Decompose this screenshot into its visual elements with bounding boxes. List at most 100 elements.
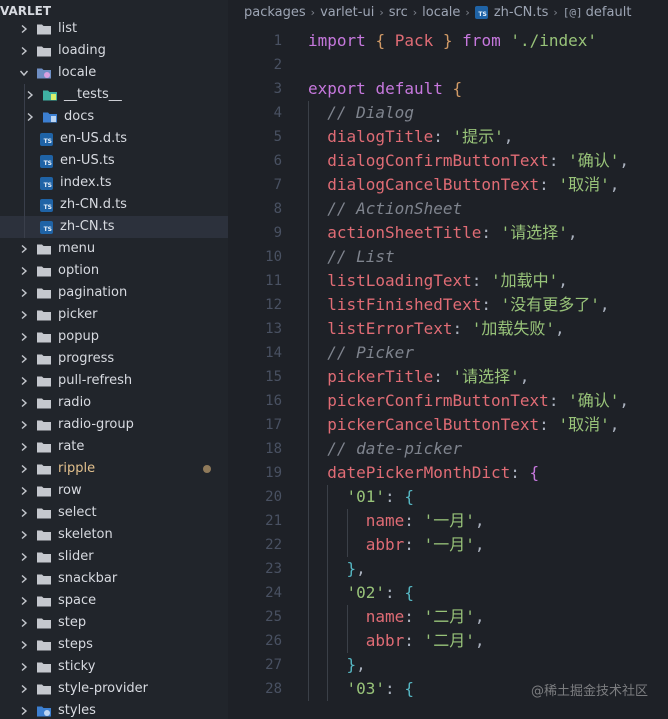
folder-icon	[36, 22, 52, 36]
code-line[interactable]: 11 listLoadingText: '加载中',	[228, 269, 668, 293]
code-line[interactable]: 14 // Picker	[228, 341, 668, 365]
folder-item-space[interactable]: space	[0, 590, 228, 612]
code-line[interactable]: 4 // Dialog	[228, 101, 668, 125]
chevron-right-icon[interactable]	[18, 705, 30, 717]
chevron-right-icon[interactable]	[18, 375, 30, 387]
folder-item-menu[interactable]: menu	[0, 238, 228, 260]
breadcrumb-file[interactable]: zh-CN.ts	[494, 5, 549, 20]
code-token: listFinishedText	[327, 295, 482, 314]
chevron-right-icon[interactable]	[18, 287, 30, 299]
folder-item-loading[interactable]: loading	[0, 40, 228, 62]
code-line[interactable]: 20 '01': {	[228, 485, 668, 509]
folder-item-sticky[interactable]: sticky	[0, 656, 228, 678]
file-item-en-US-ts[interactable]: TS en-US.ts	[0, 150, 228, 172]
chevron-right-icon[interactable]	[18, 243, 30, 255]
code-line[interactable]: 1 import { Pack } from './index'	[228, 29, 668, 53]
folder-item-row[interactable]: row	[0, 480, 228, 502]
breadcrumb-symbol[interactable]: default	[586, 5, 632, 20]
chevron-right-icon[interactable]	[18, 265, 30, 277]
chevron-right-icon[interactable]	[18, 331, 30, 343]
code-line[interactable]: 2	[228, 53, 668, 77]
folder-item-picker[interactable]: picker	[0, 304, 228, 326]
chevron-right-icon[interactable]	[18, 309, 30, 321]
folder-item-slider[interactable]: slider	[0, 546, 228, 568]
breadcrumb-segment[interactable]: varlet-ui	[320, 5, 374, 20]
code-line[interactable]: 7 dialogCancelButtonText: '取消',	[228, 173, 668, 197]
chevron-right-icon[interactable]	[24, 89, 36, 101]
breadcrumb-separator-icon: ›	[412, 5, 418, 19]
folder-item-popup[interactable]: popup	[0, 326, 228, 348]
folder-item-progress[interactable]: progress	[0, 348, 228, 370]
folder-item-style-provider[interactable]: style-provider	[0, 678, 228, 700]
code-content: },	[347, 653, 366, 677]
code-line[interactable]: 3 export default {	[228, 77, 668, 101]
chevron-right-icon[interactable]	[18, 661, 30, 673]
folder-item-pagination[interactable]: pagination	[0, 282, 228, 304]
code-line[interactable]: 17 pickerCancelButtonText: '取消',	[228, 413, 668, 437]
chevron-right-icon[interactable]	[18, 551, 30, 563]
code-content: // Dialog	[327, 101, 414, 125]
code-line[interactable]: 12 listFinishedText: '没有更多了',	[228, 293, 668, 317]
code-line[interactable]: 23},	[228, 557, 668, 581]
folder-item-tests[interactable]: __tests__	[0, 84, 228, 106]
chevron-right-icon[interactable]	[18, 529, 30, 541]
folder-item-steps[interactable]: steps	[0, 634, 228, 656]
folder-item-radio[interactable]: radio	[0, 392, 228, 414]
chevron-right-icon[interactable]	[18, 23, 30, 35]
code-line[interactable]: 26 abbr: '二月',	[228, 629, 668, 653]
file-item-zh-CN-d-ts[interactable]: TS zh-CN.d.ts	[0, 194, 228, 216]
code-line[interactable]: 21 name: '一月',	[228, 509, 668, 533]
chevron-right-icon[interactable]	[18, 683, 30, 695]
folder-item-list[interactable]: list	[0, 18, 228, 40]
code-line[interactable]: 6 dialogConfirmButtonText: '确认',	[228, 149, 668, 173]
code-line[interactable]: 27},	[228, 653, 668, 677]
breadcrumb-segment[interactable]: packages	[244, 5, 306, 20]
code-line[interactable]: 5 dialogTitle: '提示',	[228, 125, 668, 149]
code-line[interactable]: 24 '02': {	[228, 581, 668, 605]
code-line[interactable]: 22 abbr: '一月',	[228, 533, 668, 557]
folder-item-ripple[interactable]: ripple	[0, 458, 228, 480]
folder-item-skeleton[interactable]: skeleton	[0, 524, 228, 546]
code-line[interactable]: 16 pickerConfirmButtonText: '确认',	[228, 389, 668, 413]
chevron-right-icon[interactable]	[18, 595, 30, 607]
chevron-right-icon[interactable]	[18, 353, 30, 365]
breadcrumb-segment[interactable]: src	[389, 5, 408, 20]
indent-guide	[308, 389, 309, 413]
line-number: 7	[273, 177, 282, 193]
chevron-right-icon[interactable]	[18, 45, 30, 57]
chevron-right-icon[interactable]	[18, 573, 30, 585]
breadcrumb-segment[interactable]: locale	[422, 5, 460, 20]
file-item-index-ts[interactable]: TS index.ts	[0, 172, 228, 194]
folder-item-locale[interactable]: locale	[0, 62, 228, 84]
chevron-right-icon[interactable]	[18, 419, 30, 431]
code-line[interactable]: 15 pickerTitle: '请选择',	[228, 365, 668, 389]
file-item-en-US-d-ts[interactable]: TS en-US.d.ts	[0, 128, 228, 150]
chevron-right-icon[interactable]	[18, 639, 30, 651]
chevron-down-icon[interactable]	[18, 67, 30, 79]
code-editor[interactable]: 1 import { Pack } from './index' 2 3 export …	[228, 24, 668, 719]
chevron-right-icon[interactable]	[18, 507, 30, 519]
code-line[interactable]: 19 datePickerMonthDict: {	[228, 461, 668, 485]
chevron-right-icon[interactable]	[18, 441, 30, 453]
code-line[interactable]: 13 listErrorText: '加载失败',	[228, 317, 668, 341]
chevron-right-icon[interactable]	[18, 617, 30, 629]
code-line[interactable]: 25 name: '二月',	[228, 605, 668, 629]
folder-item-rate[interactable]: rate	[0, 436, 228, 458]
code-line[interactable]: 8 // ActionSheet	[228, 197, 668, 221]
file-item-zh-CN-ts[interactable]: TS zh-CN.ts	[0, 216, 228, 238]
chevron-right-icon[interactable]	[18, 463, 30, 475]
chevron-right-icon[interactable]	[18, 485, 30, 497]
folder-item-pull-refresh[interactable]: pull-refresh	[0, 370, 228, 392]
code-line[interactable]: 18 // date-picker	[228, 437, 668, 461]
folder-item-radio-group[interactable]: radio-group	[0, 414, 228, 436]
chevron-right-icon[interactable]	[24, 111, 36, 123]
folder-item-select[interactable]: select	[0, 502, 228, 524]
code-line[interactable]: 10 // List	[228, 245, 668, 269]
folder-item-option[interactable]: option	[0, 260, 228, 282]
folder-item-step[interactable]: step	[0, 612, 228, 634]
folder-item-snackbar[interactable]: snackbar	[0, 568, 228, 590]
folder-item-docs[interactable]: docs	[0, 106, 228, 128]
chevron-right-icon[interactable]	[18, 397, 30, 409]
folder-item-styles[interactable]: styles	[0, 700, 228, 719]
code-line[interactable]: 9 actionSheetTitle: '请选择',	[228, 221, 668, 245]
